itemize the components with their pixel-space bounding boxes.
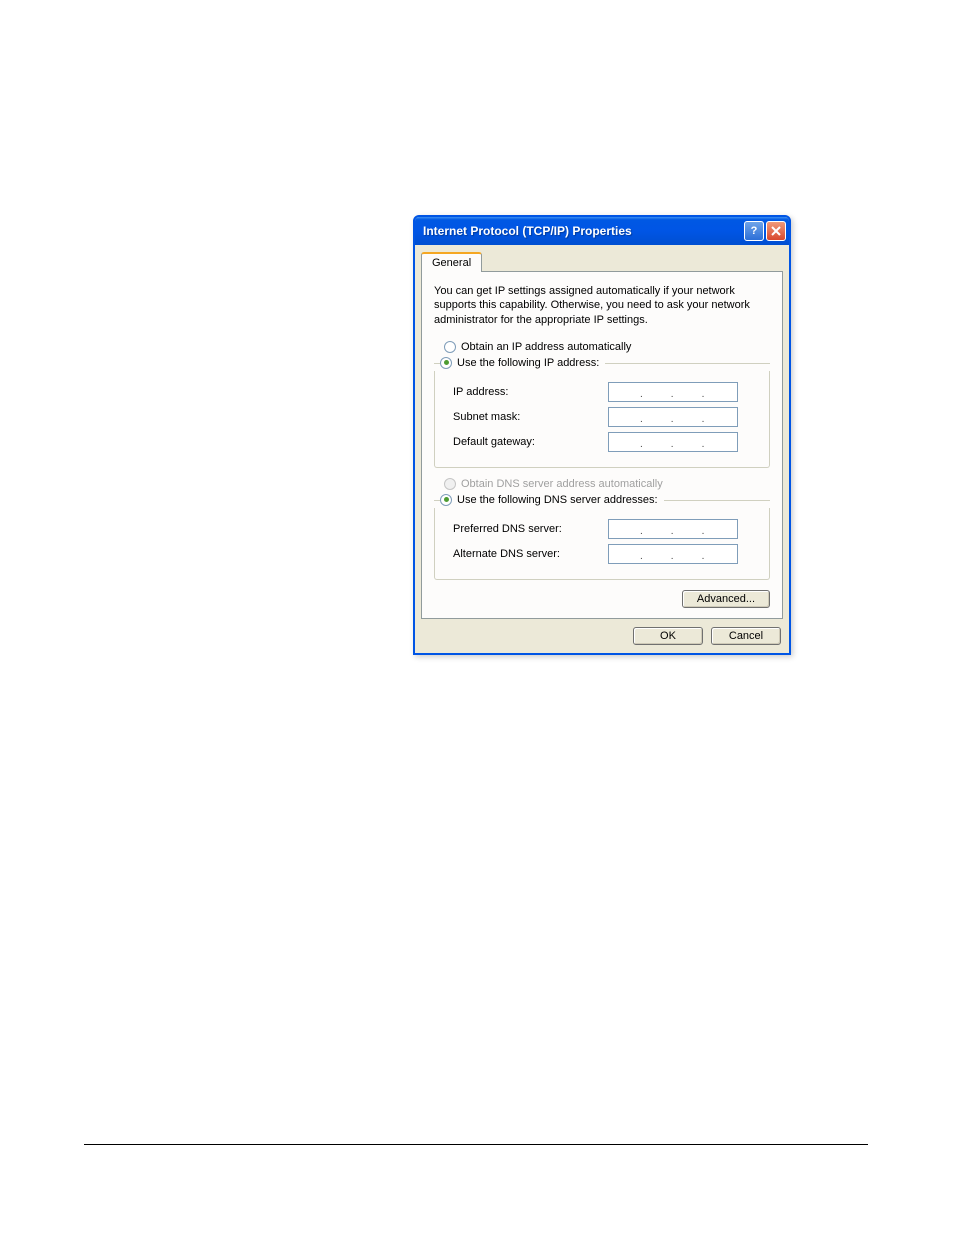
dialog-title: Internet Protocol (TCP/IP) Properties bbox=[423, 224, 632, 238]
close-icon[interactable] bbox=[766, 221, 786, 241]
tab-general[interactable]: General bbox=[421, 252, 482, 272]
ip-address-input[interactable]: . . . bbox=[608, 382, 738, 402]
cancel-button[interactable]: Cancel bbox=[711, 627, 781, 645]
page-footer-rule bbox=[84, 1144, 868, 1145]
ip-octet[interactable] bbox=[644, 433, 670, 451]
ip-octet[interactable] bbox=[705, 383, 731, 401]
ip-octet[interactable] bbox=[644, 545, 670, 563]
default-gateway-input[interactable]: . . . bbox=[608, 432, 738, 452]
subnet-mask-input[interactable]: . . . bbox=[608, 407, 738, 427]
radio-icon bbox=[444, 478, 456, 490]
tab-strip: General bbox=[421, 252, 783, 272]
tab-panel-general: You can get IP settings assigned automat… bbox=[421, 271, 783, 619]
ip-octet[interactable] bbox=[705, 408, 731, 426]
default-gateway-row: Default gateway: . . . bbox=[453, 432, 759, 452]
advanced-row: Advanced... bbox=[434, 590, 770, 608]
radio-use-following-dns[interactable]: Use the following DNS server addresses: bbox=[440, 494, 664, 506]
ok-button[interactable]: OK bbox=[633, 627, 703, 645]
dns-settings-group: Preferred DNS server: . . . Alternate DN… bbox=[434, 508, 770, 580]
help-icon[interactable]: ? bbox=[744, 221, 764, 241]
ip-settings-description: You can get IP settings assigned automat… bbox=[434, 284, 770, 327]
ip-octet[interactable] bbox=[675, 520, 701, 538]
dns-manual-legend: Use the following DNS server addresses: bbox=[434, 492, 770, 508]
ip-address-label: IP address: bbox=[453, 386, 608, 398]
radio-icon bbox=[440, 357, 452, 369]
ip-octet[interactable] bbox=[675, 545, 701, 563]
default-gateway-label: Default gateway: bbox=[453, 436, 608, 448]
alternate-dns-input[interactable]: . . . bbox=[608, 544, 738, 564]
ip-octet[interactable] bbox=[705, 433, 731, 451]
ip-octet[interactable] bbox=[675, 383, 701, 401]
ip-octet[interactable] bbox=[644, 383, 670, 401]
ip-octet[interactable] bbox=[705, 545, 731, 563]
ip-octet[interactable] bbox=[613, 383, 639, 401]
alternate-dns-label: Alternate DNS server: bbox=[453, 548, 608, 560]
ip-manual-legend: Use the following IP address: bbox=[434, 355, 770, 371]
advanced-button[interactable]: Advanced... bbox=[682, 590, 770, 608]
ip-octet[interactable] bbox=[644, 520, 670, 538]
ip-address-row: IP address: . . . bbox=[453, 382, 759, 402]
ip-settings-group: IP address: . . . Subnet mask: . . . bbox=[434, 371, 770, 468]
radio-icon bbox=[440, 494, 452, 506]
subnet-mask-row: Subnet mask: . . . bbox=[453, 407, 759, 427]
ip-octet[interactable] bbox=[644, 408, 670, 426]
radio-label: Obtain an IP address automatically bbox=[461, 341, 631, 353]
ip-octet[interactable] bbox=[705, 520, 731, 538]
ip-octet[interactable] bbox=[613, 408, 639, 426]
radio-label: Use the following IP address: bbox=[457, 357, 599, 369]
radio-use-following-ip[interactable]: Use the following IP address: bbox=[440, 357, 605, 369]
titlebar[interactable]: Internet Protocol (TCP/IP) Properties ? bbox=[415, 217, 789, 245]
ip-octet[interactable] bbox=[613, 545, 639, 563]
ip-octet[interactable] bbox=[613, 433, 639, 451]
radio-icon bbox=[444, 341, 456, 353]
ip-octet[interactable] bbox=[675, 433, 701, 451]
ip-octet[interactable] bbox=[675, 408, 701, 426]
preferred-dns-row: Preferred DNS server: . . . bbox=[453, 519, 759, 539]
dialog-button-row: OK Cancel bbox=[421, 627, 783, 645]
titlebar-buttons: ? bbox=[744, 221, 786, 241]
alternate-dns-row: Alternate DNS server: . . . bbox=[453, 544, 759, 564]
dialog-content: General You can get IP settings assigned… bbox=[415, 245, 789, 653]
tcpip-properties-dialog: Internet Protocol (TCP/IP) Properties ? … bbox=[413, 215, 791, 655]
radio-obtain-ip-auto[interactable]: Obtain an IP address automatically bbox=[444, 341, 770, 353]
ip-octet[interactable] bbox=[613, 520, 639, 538]
radio-label: Obtain DNS server address automatically bbox=[461, 478, 663, 490]
preferred-dns-input[interactable]: . . . bbox=[608, 519, 738, 539]
subnet-mask-label: Subnet mask: bbox=[453, 411, 608, 423]
radio-label: Use the following DNS server addresses: bbox=[457, 494, 658, 506]
preferred-dns-label: Preferred DNS server: bbox=[453, 523, 608, 535]
radio-obtain-dns-auto: Obtain DNS server address automatically bbox=[444, 478, 770, 490]
